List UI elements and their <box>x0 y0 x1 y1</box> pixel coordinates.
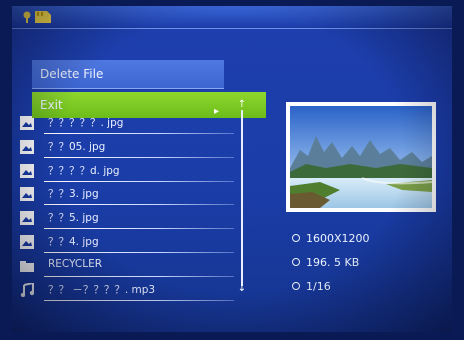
exit-label: Exit <box>40 98 63 112</box>
row-divider <box>44 251 234 253</box>
image-icon <box>20 139 34 154</box>
music-note-icon <box>20 282 34 297</box>
landscape-thumbnail <box>290 106 432 208</box>
file-name: ？？ －？？？？. mp3 <box>48 283 156 296</box>
filesize-info: 196. 5 KB <box>292 256 359 269</box>
row-divider <box>44 180 234 182</box>
submenu-arrow-icon: ▸ <box>214 106 220 117</box>
row-divider <box>44 133 234 134</box>
memory-card-icon <box>35 11 51 23</box>
top-divider <box>12 28 452 29</box>
scroll-track[interactable] <box>241 110 243 286</box>
file-row[interactable]: ？？？？d. jpg <box>18 160 234 184</box>
image-icon <box>20 116 34 130</box>
file-name: ？？？？d. jpg <box>48 164 120 177</box>
row-divider <box>44 156 234 158</box>
row-divider <box>44 275 234 277</box>
image-icon <box>20 187 34 202</box>
top-status-bar <box>12 6 452 28</box>
delete-file-menu-item[interactable]: Delete File <box>32 60 224 89</box>
file-row[interactable]: ？？05. jpg <box>18 136 234 160</box>
image-icon <box>20 163 34 178</box>
bullet-icon <box>292 282 300 290</box>
file-row[interactable]: ？？4. jpg <box>18 231 234 255</box>
row-divider <box>44 228 234 230</box>
resolution-value: 1600X1200 <box>306 232 370 245</box>
file-row[interactable]: ？？ －？？？？. mp3 <box>18 279 234 303</box>
scroll-down-arrow-icon[interactable]: ↓ <box>236 284 248 294</box>
folder-icon <box>20 260 34 272</box>
row-divider <box>44 299 234 301</box>
file-row[interactable]: ？？5. jpg <box>18 207 234 231</box>
position-info: 1/16 <box>292 280 331 293</box>
file-name: ？？3. jpg <box>48 188 99 201</box>
file-name: ？？5. jpg <box>48 212 99 225</box>
scroll-up-arrow-icon[interactable]: ↑ <box>236 100 248 110</box>
file-name: ？？4. jpg <box>48 235 99 248</box>
image-icon <box>20 234 34 249</box>
photo-frame-screen: ？？？？？. jpg ？？05. jpg ？？？？d. jpg ？？3. jpg… <box>12 6 452 332</box>
file-list: ？？？？？. jpg ？？05. jpg ？？？？d. jpg ？？3. jpg… <box>18 112 234 302</box>
row-divider <box>44 204 234 206</box>
bullet-icon <box>292 258 300 266</box>
photo-preview <box>286 102 436 212</box>
filesize-value: 196. 5 KB <box>306 256 360 269</box>
position-value: 1/16 <box>306 280 331 293</box>
bullet-icon <box>292 234 300 242</box>
image-icon <box>20 211 34 226</box>
file-name: RECYCLER <box>48 257 103 270</box>
file-row[interactable]: ？？3. jpg <box>18 183 234 207</box>
resolution-info: 1600X1200 <box>292 232 370 245</box>
exit-menu-item[interactable]: Exit ▸ <box>32 92 266 118</box>
file-name: ？？05. jpg <box>48 140 106 153</box>
scrollbar[interactable]: ↑ ↓ <box>238 100 246 294</box>
pin-icon <box>23 11 31 23</box>
context-menu: Delete File Exit ▸ <box>32 60 266 118</box>
file-row[interactable]: RECYCLER <box>18 255 234 279</box>
